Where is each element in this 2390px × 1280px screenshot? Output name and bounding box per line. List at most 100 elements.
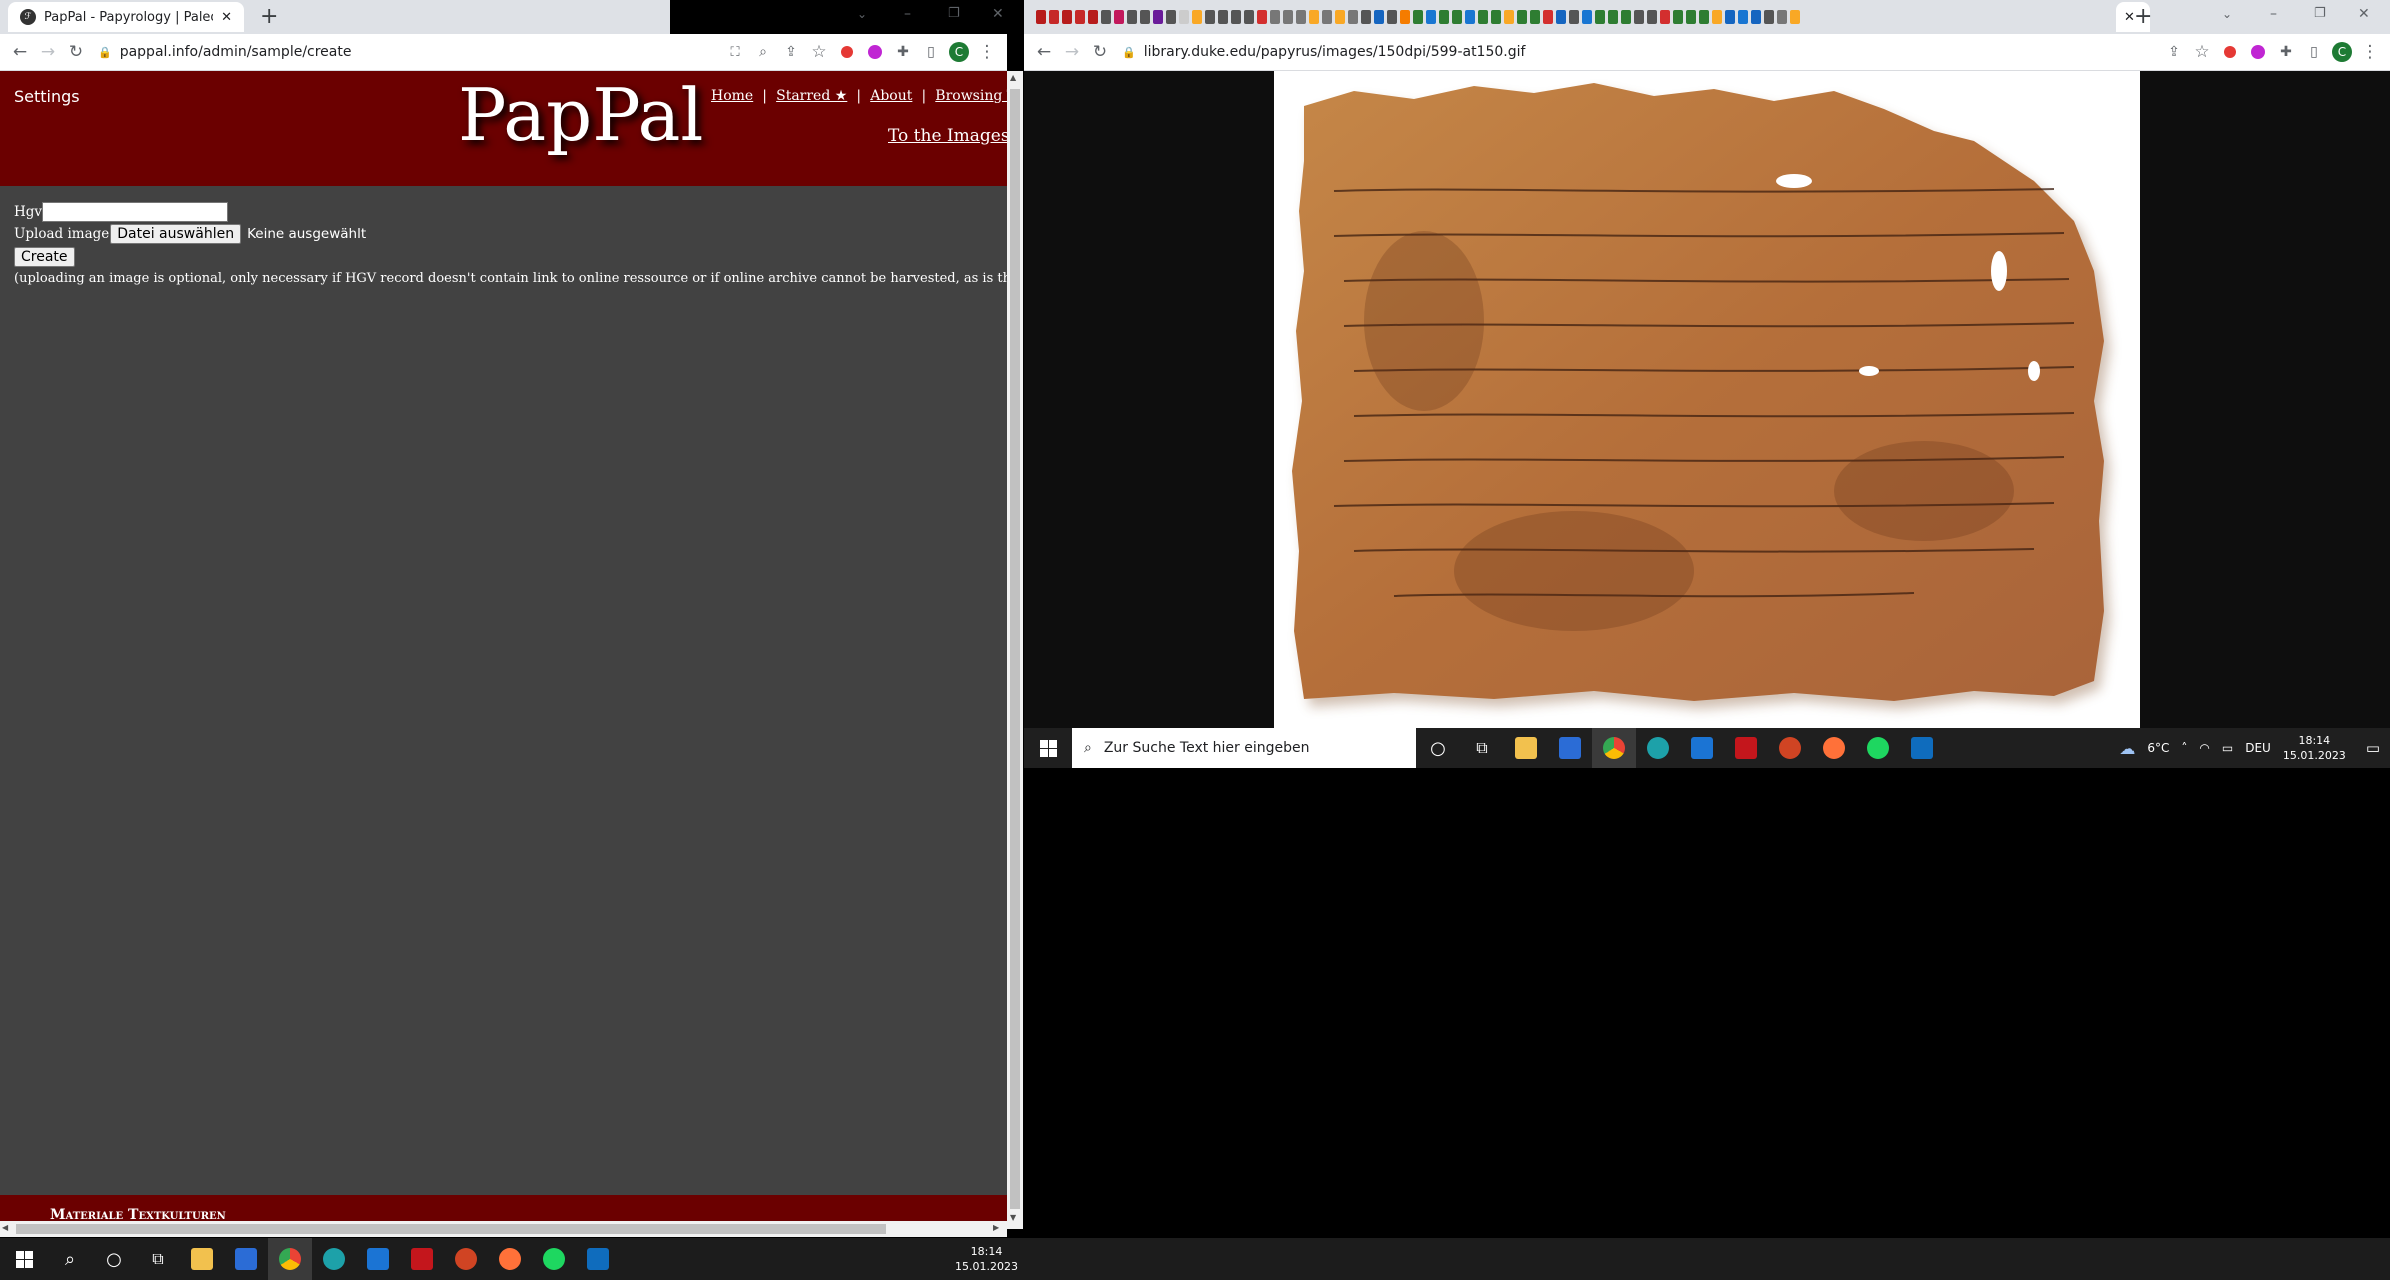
vertical-scrollbar[interactable]: ▲ ▼ xyxy=(1007,71,1023,1229)
acrobat-icon[interactable] xyxy=(400,1238,444,1280)
inner-spotify-icon[interactable] xyxy=(1856,728,1900,768)
tab-icon[interactable] xyxy=(1075,10,1085,24)
tab-icon[interactable] xyxy=(1296,10,1306,24)
tab-icon[interactable] xyxy=(1595,10,1605,24)
tab-icon[interactable] xyxy=(1491,10,1501,24)
nav-about[interactable]: About xyxy=(870,88,912,104)
tab-icon[interactable] xyxy=(1543,10,1553,24)
right-tab-dropdown-icon[interactable]: ⌄ xyxy=(2222,7,2232,21)
tab-icon[interactable] xyxy=(1270,10,1280,24)
tab-icon[interactable] xyxy=(1387,10,1397,24)
horizontal-scroll-thumb[interactable] xyxy=(16,1224,886,1234)
tab-icon[interactable] xyxy=(1218,10,1228,24)
tab-icon[interactable] xyxy=(1660,10,1670,24)
extension-purple-icon[interactable] xyxy=(861,38,889,66)
tab-icon[interactable] xyxy=(1114,10,1124,24)
search-icon[interactable]: ⌕ xyxy=(48,1238,92,1280)
bookmark-star-icon[interactable]: ☆ xyxy=(805,38,833,66)
right-min-icon[interactable]: – xyxy=(2270,6,2277,22)
mail-icon[interactable] xyxy=(356,1238,400,1280)
translate-icon[interactable]: ⛶ xyxy=(721,38,749,66)
tab-icon[interactable] xyxy=(1686,10,1696,24)
tab-icon[interactable] xyxy=(1530,10,1540,24)
reload-icon[interactable]: ↻ xyxy=(62,38,90,66)
inner-file-explorer-icon[interactable] xyxy=(1504,728,1548,768)
to-images-link[interactable]: To the Images ... xyxy=(888,126,1007,146)
tab-icon[interactable] xyxy=(1517,10,1527,24)
tab-icon[interactable] xyxy=(1738,10,1748,24)
tab-icon[interactable] xyxy=(1309,10,1319,24)
store-icon[interactable] xyxy=(224,1238,268,1280)
left-min-icon[interactable]: – xyxy=(904,6,911,22)
inner-notification-icon[interactable]: ▭ xyxy=(2366,739,2380,757)
photos-icon[interactable] xyxy=(576,1238,620,1280)
left-restore-icon[interactable]: ❐ xyxy=(948,6,960,21)
tab-icon[interactable] xyxy=(1699,10,1709,24)
firefox-icon[interactable] xyxy=(488,1238,532,1280)
tab-icon[interactable] xyxy=(1673,10,1683,24)
horizontal-scrollbar[interactable]: ◀ ▶ xyxy=(0,1221,1007,1237)
tab-icon[interactable] xyxy=(1335,10,1345,24)
inner-task-view-icon[interactable]: ⧉ xyxy=(1460,728,1504,768)
tab-close-icon[interactable]: ✕ xyxy=(221,10,232,25)
nav-starred[interactable]: Starred ★ xyxy=(776,88,847,104)
pappal-logo[interactable]: PapPal xyxy=(458,73,703,157)
tab-icon[interactable] xyxy=(1101,10,1111,24)
inner-photos-icon[interactable] xyxy=(1900,728,1944,768)
right-forward-icon[interactable]: → xyxy=(1058,38,1086,66)
right-sidepanel-icon[interactable]: ▯ xyxy=(2300,38,2328,66)
settings-link[interactable]: Settings xyxy=(14,87,80,106)
tab-icon[interactable] xyxy=(1257,10,1267,24)
tab-icon[interactable] xyxy=(1062,10,1072,24)
inner-store-icon[interactable] xyxy=(1548,728,1592,768)
right-restore-icon[interactable]: ❐ xyxy=(2314,6,2326,21)
cortana-icon[interactable]: ○ xyxy=(92,1238,136,1280)
tab-icon[interactable] xyxy=(1036,10,1046,24)
tab-icon[interactable] xyxy=(1465,10,1475,24)
scroll-up-arrow-icon[interactable]: ▲ xyxy=(1010,73,1016,82)
tab-icon[interactable] xyxy=(1413,10,1423,24)
inner-edge-icon[interactable] xyxy=(1636,728,1680,768)
tab-icon[interactable] xyxy=(1608,10,1618,24)
tab-icon[interactable] xyxy=(1127,10,1137,24)
tab-icon[interactable] xyxy=(1205,10,1215,24)
tab-icon[interactable] xyxy=(1361,10,1371,24)
right-profile-avatar[interactable]: C xyxy=(2328,38,2356,66)
menu-kebab-icon[interactable]: ⋮ xyxy=(973,38,1001,66)
inner-volume-icon[interactable]: ▭ xyxy=(2222,741,2233,755)
papyrus-image[interactable] xyxy=(1274,71,2140,728)
inner-network-icon[interactable]: ◠ xyxy=(2199,741,2209,755)
tab-icon[interactable] xyxy=(1283,10,1293,24)
tab-icon[interactable] xyxy=(1192,10,1202,24)
extensions-puzzle-icon[interactable]: ✚ xyxy=(889,38,917,66)
tab-icon[interactable] xyxy=(1088,10,1098,24)
tab-icon[interactable] xyxy=(1244,10,1254,24)
tab-icon[interactable] xyxy=(1166,10,1176,24)
tab-icon[interactable] xyxy=(1426,10,1436,24)
tab-icon[interactable] xyxy=(1569,10,1579,24)
tab-icon[interactable] xyxy=(1153,10,1163,24)
right-back-icon[interactable]: ← xyxy=(1030,38,1058,66)
tab-icon[interactable] xyxy=(1582,10,1592,24)
inner-cortana-icon[interactable]: ○ xyxy=(1416,728,1460,768)
left-close-icon[interactable]: ✕ xyxy=(992,6,1004,22)
tab-icon[interactable] xyxy=(1764,10,1774,24)
tab-icon[interactable] xyxy=(1634,10,1644,24)
tab-icon[interactable] xyxy=(1777,10,1787,24)
tab-icon[interactable] xyxy=(1712,10,1722,24)
inner-language[interactable]: DEU xyxy=(2245,741,2271,755)
task-view-icon[interactable]: ⧉ xyxy=(136,1238,180,1280)
tab-icon[interactable] xyxy=(1140,10,1150,24)
inner-weather-temp[interactable]: 6°C xyxy=(2147,741,2169,755)
tab-icon[interactable] xyxy=(1348,10,1358,24)
right-address-bar[interactable]: 🔒 library.duke.edu/papyrus/images/150dpi… xyxy=(1122,37,2160,67)
chrome-icon[interactable] xyxy=(268,1238,312,1280)
tab-icon[interactable] xyxy=(1179,10,1189,24)
left-tab-dropdown-icon[interactable]: ⌄ xyxy=(857,7,867,21)
tab-icon[interactable] xyxy=(1400,10,1410,24)
tab-icon[interactable] xyxy=(1647,10,1657,24)
right-new-tab-button[interactable]: + xyxy=(2134,4,2152,29)
inner-clock[interactable]: 18:14 15.01.2023 xyxy=(2283,733,2346,763)
powerpoint-icon[interactable] xyxy=(444,1238,488,1280)
right-share-icon[interactable]: ⇪ xyxy=(2160,38,2188,66)
